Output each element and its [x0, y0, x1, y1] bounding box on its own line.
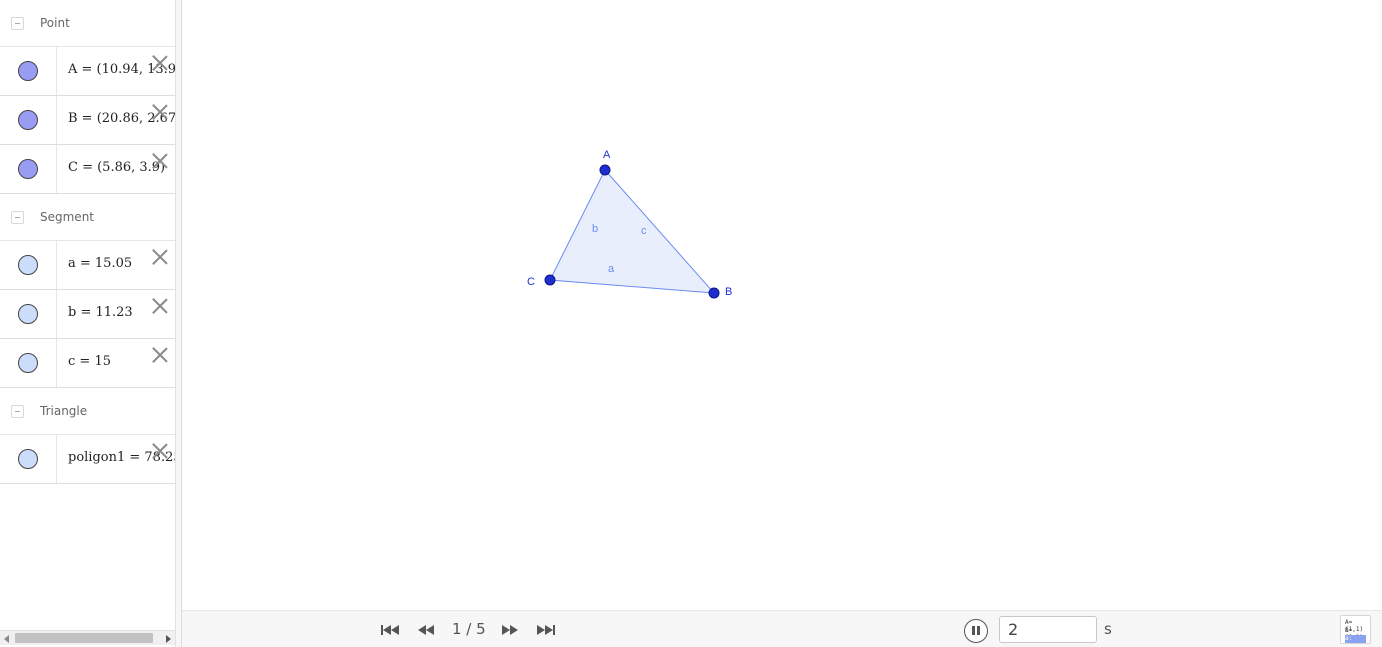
graphics-view[interactable]: a b c A B C — [182, 0, 1382, 610]
delete-icon[interactable] — [151, 346, 169, 364]
visibility-toggle[interactable] — [18, 61, 38, 81]
page-indicator: 1 / 5 — [452, 620, 486, 638]
point-label-b: B — [725, 286, 732, 298]
group-header-point[interactable]: Point — [0, 0, 175, 47]
visibility-toggle[interactable] — [18, 110, 38, 130]
algebra-row-segment-c[interactable]: c = 15 — [0, 339, 175, 388]
algebra-expression[interactable]: a = 15.05 — [68, 256, 132, 271]
group-header-segment[interactable]: Segment — [0, 194, 175, 241]
delete-icon[interactable] — [151, 297, 169, 315]
step-forward-icon[interactable] — [500, 622, 520, 638]
scroll-left-icon[interactable] — [4, 635, 9, 643]
delete-icon[interactable] — [151, 248, 169, 266]
horizontal-scrollbar[interactable] — [0, 630, 175, 645]
skip-to-end-icon[interactable] — [536, 622, 556, 638]
algebra-row-segment-a[interactable]: a = 15.05 — [0, 241, 175, 290]
collapse-icon[interactable] — [11, 211, 24, 224]
delete-icon[interactable] — [151, 54, 169, 72]
segment-label-a: a — [608, 263, 615, 275]
group-header-triangle[interactable]: Triangle — [0, 388, 175, 435]
visibility-toggle[interactable] — [18, 449, 38, 469]
algebra-expression[interactable]: c = 15 — [68, 354, 111, 369]
animation-toolbar: 1 / 5 s A=(1,1) B=(2,2) a: y=x — [182, 610, 1382, 647]
speed-input[interactable] — [999, 616, 1097, 643]
point-label-a: A — [603, 149, 611, 161]
triangle-polygon[interactable] — [549, 169, 716, 294]
skip-to-start-icon[interactable] — [380, 622, 400, 638]
point-b[interactable] — [708, 287, 720, 299]
algebra-row-point-b[interactable]: B = (20.86, 2.67) — [0, 96, 175, 145]
geogebra-app: Point A = (10.94, 13.92 B = (20.86, 2.67… — [0, 0, 1382, 647]
algebra-row-point-a[interactable]: A = (10.94, 13.92 — [0, 47, 175, 96]
group-label: Segment — [40, 210, 94, 224]
point-c[interactable] — [544, 274, 556, 286]
scroll-right-icon[interactable] — [166, 635, 171, 643]
algebra-view: Point A = (10.94, 13.92 B = (20.86, 2.67… — [0, 0, 175, 647]
delete-icon[interactable] — [151, 103, 169, 121]
collapse-icon[interactable] — [11, 405, 24, 418]
group-label: Triangle — [40, 404, 88, 418]
point-label-c: C — [527, 276, 535, 288]
visibility-toggle[interactable] — [18, 159, 38, 179]
scrollbar-thumb[interactable] — [15, 633, 153, 643]
speed-unit-label: s — [1104, 620, 1112, 638]
algebra-view-toggle-icon[interactable]: A=(1,1) B=(2,2) a: y=x — [1340, 615, 1371, 644]
segment-label-b: b — [592, 223, 598, 235]
delete-icon[interactable] — [151, 152, 169, 170]
segment-label-c: c — [641, 225, 647, 237]
toggle-line: a: y=x — [1345, 635, 1366, 643]
pause-button[interactable] — [964, 619, 988, 643]
algebra-row-poligon1[interactable]: poligon1 = 78.25 — [0, 435, 175, 484]
visibility-toggle[interactable] — [18, 255, 38, 275]
step-back-icon[interactable] — [416, 622, 436, 638]
visibility-toggle[interactable] — [18, 353, 38, 373]
visibility-toggle[interactable] — [18, 304, 38, 324]
algebra-row-point-c[interactable]: C = (5.86, 3.9) — [0, 145, 175, 194]
point-a[interactable] — [599, 164, 611, 176]
panel-splitter[interactable] — [175, 0, 182, 647]
algebra-expression[interactable]: b = 11.23 — [68, 305, 133, 320]
graphics-canvas[interactable]: a b c A B C — [182, 0, 1382, 610]
group-label: Point — [40, 16, 70, 30]
algebra-row-segment-b[interactable]: b = 11.23 — [0, 290, 175, 339]
delete-icon[interactable] — [151, 442, 169, 460]
collapse-icon[interactable] — [11, 17, 24, 30]
